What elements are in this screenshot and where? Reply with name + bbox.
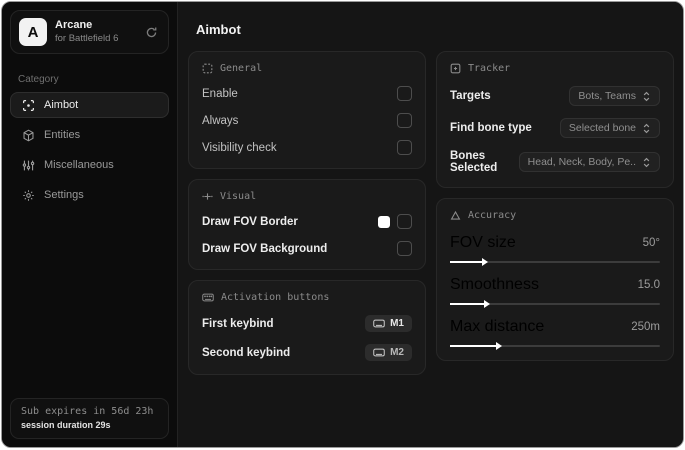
setting-label: Always — [202, 114, 239, 127]
category-label: Category — [18, 74, 59, 85]
setting-label: First keybind — [202, 317, 274, 330]
setting-label: Enable — [202, 87, 238, 100]
fov-size-slider[interactable] — [450, 258, 660, 266]
card-title: Tracker — [468, 63, 511, 74]
setting-label: Find bone type — [450, 122, 532, 134]
setting-row: Draw FOV Background — [202, 241, 412, 256]
enable-checkbox[interactable] — [397, 86, 412, 101]
keybind-value: M2 — [390, 347, 404, 358]
sidebar-item-settings[interactable]: Settings — [10, 182, 169, 208]
smoothness-slider[interactable] — [450, 300, 660, 308]
page-title: Aimbot — [196, 22, 241, 37]
setting-row: FOV size 50° — [450, 234, 660, 266]
slider-value: 50° — [642, 237, 660, 249]
box-icon — [21, 129, 35, 142]
sidebar-item-label: Miscellaneous — [44, 159, 114, 171]
setting-row: Bones Selected Head, Neck, Body, Pe.. — [450, 150, 660, 174]
slider-fill — [450, 258, 487, 266]
setting-row: Draw FOV Border — [202, 214, 412, 229]
sidebar-item-label: Settings — [44, 189, 84, 201]
keybind-value: M1 — [390, 318, 404, 329]
slider-fill — [450, 342, 503, 350]
card-title: Visual — [220, 191, 257, 202]
keyboard-icon — [202, 293, 214, 302]
refresh-icon[interactable] — [142, 23, 160, 41]
slider-value: 250m — [631, 321, 660, 333]
card-title: Accuracy — [468, 210, 517, 221]
setting-label: Draw FOV Border — [202, 215, 298, 228]
tracker-icon — [450, 63, 461, 74]
setting-row: Always — [202, 113, 412, 128]
crosshair-icon — [21, 99, 35, 112]
targets-dropdown[interactable]: Bots, Teams — [569, 86, 660, 106]
chevrons-up-down-icon — [643, 157, 650, 167]
activation-card: Activation buttons First keybind M1 Seco… — [188, 280, 426, 375]
setting-label: Smoothness — [450, 276, 539, 293]
main-content: Aimbot General Enable Always Visibility … — [178, 2, 683, 447]
setting-row: Smoothness 15.0 — [450, 276, 660, 308]
chevrons-up-down-icon — [643, 123, 650, 133]
triangle-icon — [450, 210, 461, 220]
dropdown-value: Selected bone — [568, 122, 636, 134]
draw-fov-background-checkbox[interactable] — [397, 241, 412, 256]
general-card: General Enable Always Visibility check — [188, 51, 426, 169]
setting-row: Max distance 250m — [450, 318, 660, 350]
card-title: Activation buttons — [221, 292, 330, 303]
chevrons-up-down-icon — [643, 91, 650, 101]
visual-card: Visual Draw FOV Border Draw FOV Backgrou… — [188, 179, 426, 270]
tracker-card: Tracker Targets Bots, Teams Find bone ty… — [436, 51, 674, 188]
fov-border-color-swatch[interactable] — [378, 215, 390, 228]
sidebar-item-label: Entities — [44, 129, 81, 141]
gear-icon — [21, 189, 35, 202]
dropdown-value: Bots, Teams — [578, 90, 636, 102]
slider-fill — [450, 300, 490, 308]
setting-row: First keybind M1 — [202, 315, 412, 332]
dropdown-value: Head, Neck, Body, Pe.. — [527, 156, 636, 168]
setting-label: Visibility check — [202, 141, 277, 154]
sidebar-item-label: Aimbot — [44, 99, 79, 111]
setting-row: Targets Bots, Teams — [450, 86, 660, 106]
app-brand: Arcane for Battlefield 6 — [55, 19, 134, 45]
card-title: General — [220, 63, 263, 74]
first-keybind-button[interactable]: M1 — [365, 315, 412, 332]
bones-selected-dropdown[interactable]: Head, Neck, Body, Pe.. — [518, 152, 660, 172]
visibility-check-checkbox[interactable] — [397, 140, 412, 155]
draw-fov-border-checkbox[interactable] — [397, 214, 412, 229]
sidebar: A Arcane for Battlefield 6 Category Aimb… — [2, 2, 178, 447]
setting-row: Visibility check — [202, 140, 412, 155]
slider-value: 15.0 — [637, 279, 660, 291]
app-logo: A — [19, 18, 47, 46]
sidebar-item-miscellaneous[interactable]: Miscellaneous — [10, 152, 169, 178]
setting-label: Bones Selected — [450, 150, 498, 174]
find-bone-type-dropdown[interactable]: Selected bone — [559, 118, 660, 138]
keyboard-icon — [373, 319, 385, 328]
sliders-icon — [21, 159, 35, 172]
sidebar-nav: Aimbot Entities Miscellaneous Settings — [2, 92, 177, 208]
dashed-square-icon — [202, 63, 213, 74]
app-name: Arcane — [55, 19, 93, 32]
setting-label: FOV size — [450, 234, 516, 251]
app-header: A Arcane for Battlefield 6 — [10, 10, 169, 54]
second-keybind-button[interactable]: M2 — [365, 344, 412, 361]
always-checkbox[interactable] — [397, 113, 412, 128]
keyboard-icon — [373, 348, 385, 357]
setting-row: Second keybind M2 — [202, 344, 412, 361]
subscription-box: Sub expires in 56d 23h session duration … — [10, 398, 169, 439]
accuracy-card: Accuracy FOV size 50° Smoothness 15.0 Ma… — [436, 198, 674, 361]
adjust-icon — [202, 193, 213, 200]
max-distance-slider[interactable] — [450, 342, 660, 350]
setting-label: Draw FOV Background — [202, 242, 328, 255]
sidebar-item-aimbot[interactable]: Aimbot — [10, 92, 169, 118]
setting-label: Second keybind — [202, 346, 291, 359]
setting-row: Enable — [202, 86, 412, 101]
setting-label: Targets — [450, 90, 491, 102]
setting-row: Find bone type Selected bone — [450, 118, 660, 138]
app-subtitle: for Battlefield 6 — [55, 32, 119, 44]
session-duration-text: session duration 29s — [21, 420, 111, 430]
sub-expires-text: Sub expires in 56d 23h — [21, 406, 154, 417]
app-window: A Arcane for Battlefield 6 Category Aimb… — [1, 1, 684, 448]
setting-label: Max distance — [450, 318, 545, 335]
sidebar-item-entities[interactable]: Entities — [10, 122, 169, 148]
